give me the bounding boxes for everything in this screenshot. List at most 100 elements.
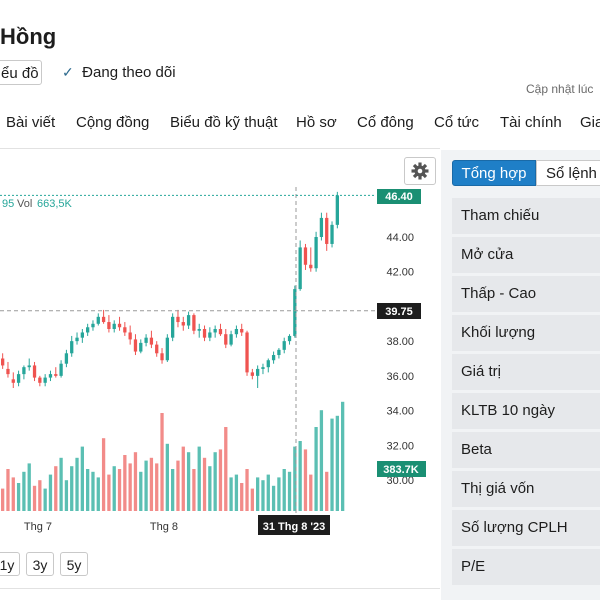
legend: 95 Vol 663,5K xyxy=(2,198,73,210)
tab-profile[interactable]: Hồ sơ xyxy=(296,114,337,131)
candle xyxy=(176,309,180,328)
svg-text:383.7K: 383.7K xyxy=(383,464,419,476)
candle xyxy=(325,212,329,251)
y-tick-label: 44.00 xyxy=(386,232,414,244)
candle xyxy=(27,358,31,371)
tab-price[interactable]: Gia xyxy=(580,114,600,131)
y-tick-label: 36.00 xyxy=(386,371,414,383)
volume-bar xyxy=(330,418,334,511)
candle xyxy=(107,315,111,333)
candle xyxy=(128,325,132,345)
tab-community[interactable]: Cộng đồng xyxy=(76,114,149,131)
candle xyxy=(202,325,207,342)
candle xyxy=(16,370,21,387)
volume-bar xyxy=(16,483,21,511)
volume-bar xyxy=(1,488,5,511)
candle xyxy=(234,325,239,338)
volume-bar xyxy=(181,446,185,511)
volume-bar xyxy=(341,401,345,511)
volume-bar xyxy=(107,474,111,511)
legend-vol-label: Vol xyxy=(17,198,32,210)
legend-value: 95 xyxy=(2,198,14,210)
volume-bar xyxy=(6,469,10,511)
volume-bar xyxy=(202,457,207,511)
tab-summary[interactable]: Tổng hợp xyxy=(452,160,536,186)
range-1y-button[interactable]: 1y xyxy=(0,552,20,576)
candle xyxy=(282,337,286,354)
volume-bar xyxy=(155,463,159,511)
check-icon: ✓ xyxy=(62,64,74,80)
candle xyxy=(117,316,122,331)
candle xyxy=(208,327,212,342)
candle xyxy=(186,311,191,329)
volume-bar xyxy=(54,466,58,511)
candle xyxy=(192,313,196,335)
x-axis: Thg 7 Thg 8 31 Thg 8 '23 xyxy=(24,515,330,535)
tab-financials[interactable]: Tài chính xyxy=(500,114,562,131)
stat-avg-volume-label: KLTB 10 ngày xyxy=(452,393,600,429)
volume-bar xyxy=(149,457,154,511)
candle xyxy=(165,334,169,362)
stat-market-cap-label: Thị giá vốn xyxy=(452,471,600,507)
volume-bar xyxy=(266,474,270,511)
candle xyxy=(181,316,185,331)
candlestick-chart[interactable]: 44.0042.0040.0038.0036.0034.0032.0030.00… xyxy=(0,149,440,589)
volume-bar xyxy=(176,460,180,511)
y-tick-label: 38.00 xyxy=(386,336,414,348)
candle xyxy=(133,334,138,356)
stat-low-high-label: Thấp - Cao xyxy=(452,276,600,312)
volume-bar xyxy=(96,477,100,511)
tab-technical-chart[interactable]: Biểu đồ kỹ thuật xyxy=(170,114,278,131)
y-tick-label: 34.00 xyxy=(386,406,414,418)
chart-settings-button[interactable] xyxy=(404,157,436,185)
volume-bar xyxy=(112,466,116,511)
candle xyxy=(38,375,42,387)
volume-bar xyxy=(319,410,324,511)
volume-bar xyxy=(224,427,228,511)
volume-bar xyxy=(86,469,90,511)
gear-icon xyxy=(411,162,429,180)
volume-bar xyxy=(101,438,106,511)
tab-articles[interactable]: Bài viết xyxy=(6,114,55,131)
candle xyxy=(240,323,244,336)
volume-bar xyxy=(64,480,69,511)
candle xyxy=(149,330,154,349)
volume-bar xyxy=(43,488,47,511)
tab-order-book[interactable]: Sổ lệnh xyxy=(536,160,600,186)
volume-bar xyxy=(165,443,169,511)
tab-dividends[interactable]: Cổ tức xyxy=(434,114,479,131)
candle xyxy=(277,348,281,359)
volume-bar xyxy=(91,471,95,511)
candle xyxy=(245,330,249,376)
updated-label: Cập nhật lúc xyxy=(526,82,594,96)
range-3y-button[interactable]: 3y xyxy=(26,552,54,576)
volume-bar xyxy=(287,471,292,511)
volume-bar xyxy=(128,463,132,511)
candle xyxy=(22,365,26,380)
volume-bar xyxy=(250,488,254,511)
follow-label: Đang theo dõi xyxy=(82,64,176,81)
candle xyxy=(261,363,265,375)
range-5y-button[interactable]: 5y xyxy=(60,552,88,576)
page-title: Hồng xyxy=(0,24,57,49)
price-chart[interactable]: 44.0042.0040.0038.0036.0034.0032.0030.00… xyxy=(0,148,440,589)
volume-bar xyxy=(59,457,63,511)
stat-volume-label: Khối lượng xyxy=(452,315,600,351)
tab-shareholders[interactable]: Cổ đông xyxy=(357,114,414,131)
volume-bar xyxy=(133,452,138,511)
volume-bar xyxy=(48,474,53,511)
candle xyxy=(298,240,302,291)
follow-toggle[interactable]: ✓ Đang theo dõi xyxy=(62,64,176,81)
volume-bar xyxy=(11,477,15,511)
candle xyxy=(86,323,90,336)
candle xyxy=(43,374,47,387)
volume-bar xyxy=(314,427,318,511)
chart-button[interactable]: ểu đồ xyxy=(0,60,42,85)
volume-tag: 383.7K xyxy=(377,461,426,477)
volume-bar xyxy=(277,477,281,511)
main-tabs: Bài viết Cộng đồng Biểu đồ kỹ thuật Hồ s… xyxy=(0,114,600,134)
volume-bar xyxy=(309,474,313,511)
volume-bar xyxy=(117,469,122,511)
candle xyxy=(303,243,308,270)
volume-bar xyxy=(234,474,239,511)
